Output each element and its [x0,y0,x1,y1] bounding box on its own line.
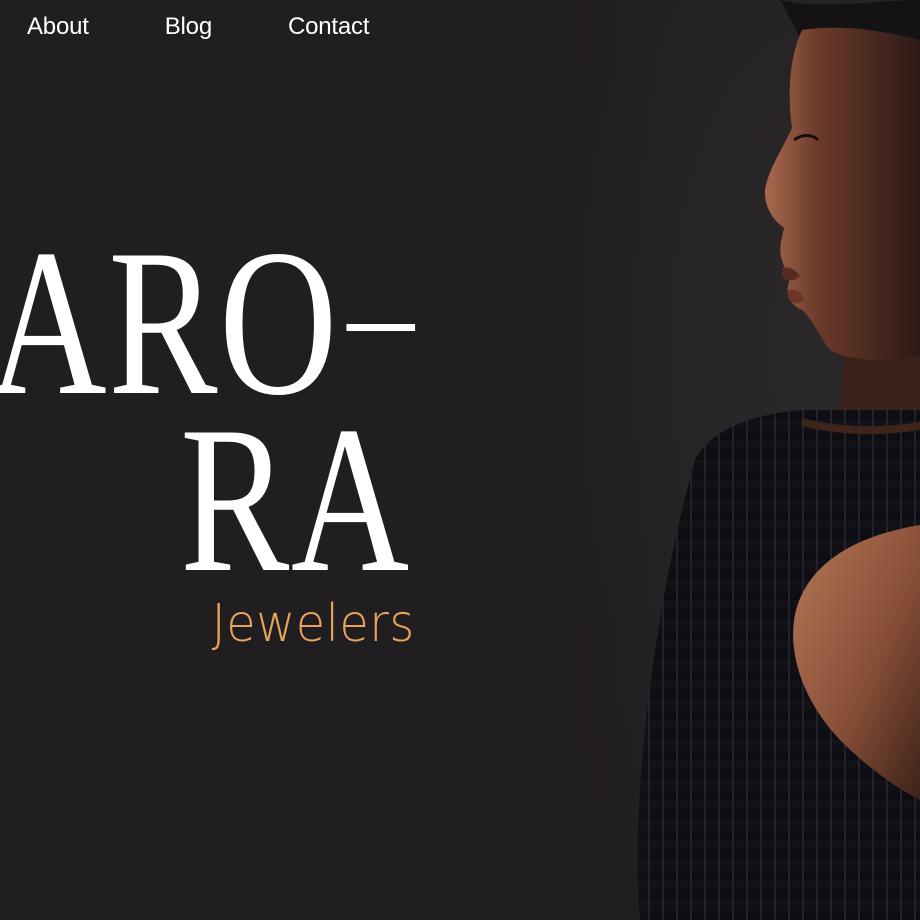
nav-link-contact[interactable]: Contact [288,10,370,44]
hero-portrait-image [520,0,920,920]
page: About Blog Contact ARO RA Jewelers [0,0,920,920]
nav-link-blog[interactable]: Blog [165,10,212,44]
nav-link-about[interactable]: About [27,10,89,44]
main-nav: About Blog Contact [27,10,369,44]
brand-tagline: Jewelers [211,594,415,654]
brand-name-line-2: RA [180,384,411,616]
hyphen-dash [346,324,415,332]
brand-wordmark: ARO RA Jewelers [0,0,415,700]
